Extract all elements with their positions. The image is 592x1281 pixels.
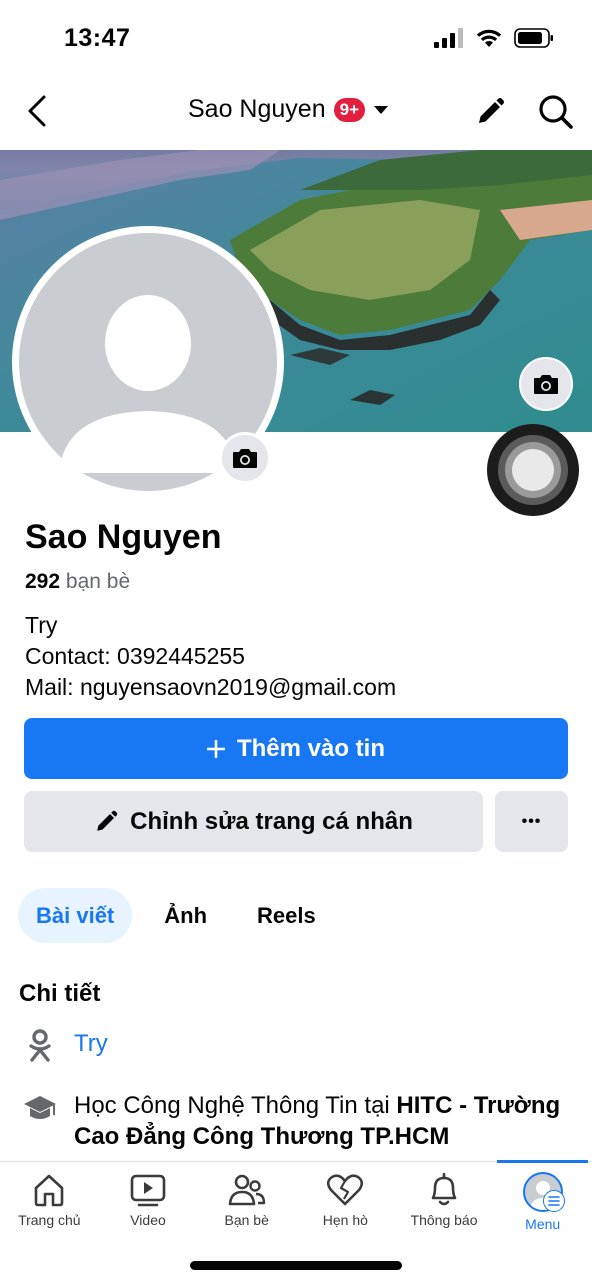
header-title: Sao Nguyen: [188, 95, 326, 123]
detail-item[interactable]: Try: [22, 1028, 108, 1064]
nav-home[interactable]: Trang chủ: [0, 1162, 99, 1241]
detail-text-link[interactable]: Try: [74, 1028, 108, 1059]
add-to-story-label: Thêm vào tin: [236, 734, 386, 762]
chevron-left-icon: [28, 95, 46, 127]
home-indicator[interactable]: [190, 1261, 402, 1270]
bell-icon: [431, 1172, 457, 1206]
details-title: Chi tiết: [19, 980, 101, 1007]
battery-icon: [514, 28, 553, 48]
dating-heart-icon: [327, 1174, 364, 1206]
friends-count[interactable]: 292 bạn bè: [25, 570, 130, 594]
profile-name: Sao Nguyen: [25, 518, 222, 556]
notification-badge: 9+: [333, 97, 365, 122]
search-icon: [539, 95, 573, 129]
pencil-icon: [97, 810, 118, 831]
cellular-signal-icon: [434, 28, 463, 48]
nav-notifications-label: Thông báo: [410, 1212, 478, 1228]
odnoklassniki-icon: [22, 1028, 58, 1064]
nav-video[interactable]: Video: [99, 1162, 198, 1241]
detail-item: Học Công Nghệ Thông Tin tại HITC - Trườn…: [22, 1090, 574, 1152]
nav-menu-label: Menu: [525, 1216, 561, 1232]
more-options-button[interactable]: •••: [495, 791, 568, 852]
status-time: 13:47: [64, 24, 131, 52]
bio-line: Mail: nguyensaovn2019@gmail.com: [25, 674, 397, 700]
caret-down-icon: [374, 105, 388, 114]
assistive-touch-button[interactable]: [487, 424, 579, 516]
edit-button[interactable]: [472, 94, 508, 130]
profile-tabs: Bài viết Ảnh Reels: [18, 888, 334, 943]
wifi-icon: [476, 29, 502, 47]
tab-photos[interactable]: Ảnh: [146, 888, 225, 943]
camera-icon: [534, 375, 558, 394]
nav-friends-label: Bạn bè: [224, 1212, 269, 1228]
edit-profile-label: Chỉnh sửa trang cá nhân: [130, 807, 413, 835]
plus-icon: [206, 739, 225, 758]
search-button[interactable]: [536, 92, 576, 132]
bottom-navigation: Trang chủ Video Bạn bè Hẹn hò Thông báo …: [0, 1160, 592, 1241]
profile-bio: Try Contact: 0392445255 Mail: nguyensaov…: [25, 610, 396, 703]
more-dots-icon: •••: [521, 812, 542, 830]
bio-line: Contact: 0392445255: [25, 643, 245, 669]
back-button[interactable]: [22, 94, 52, 128]
cover-camera-button[interactable]: [519, 357, 573, 411]
pencil-icon: [479, 98, 504, 123]
avatar-camera-button[interactable]: [219, 432, 271, 484]
nav-home-label: Trang chủ: [18, 1212, 81, 1228]
status-icons: [434, 28, 554, 48]
add-to-story-button[interactable]: Thêm vào tin: [24, 718, 568, 779]
hamburger-icon: [543, 1190, 565, 1212]
tab-posts[interactable]: Bài viết: [18, 888, 133, 943]
video-icon: [130, 1174, 166, 1207]
nav-notifications[interactable]: Thông báo: [395, 1162, 494, 1241]
nav-dating-label: Hẹn hò: [322, 1212, 368, 1228]
nav-video-label: Video: [130, 1212, 166, 1228]
profile-switcher[interactable]: Sao Nguyen 9+: [188, 95, 389, 124]
profile-header: Sao Nguyen 9+: [0, 80, 592, 144]
status-bar: 13:47: [0, 0, 592, 78]
camera-icon: [233, 449, 257, 468]
friends-count-number: 292: [25, 570, 61, 593]
home-icon: [35, 1174, 64, 1207]
edit-profile-button[interactable]: Chỉnh sửa trang cá nhân: [24, 791, 483, 852]
friends-count-label: bạn bè: [65, 570, 131, 593]
nav-dating[interactable]: Hẹn hò: [296, 1162, 395, 1241]
nav-friends[interactable]: Bạn bè: [197, 1162, 296, 1241]
graduation-cap-icon: [22, 1090, 58, 1126]
education-prefix: Học Công Nghệ Thông Tin tại: [74, 1092, 397, 1119]
tab-reels[interactable]: Reels: [239, 888, 334, 943]
bio-line: Try: [25, 612, 58, 638]
detail-education-text: Học Công Nghệ Thông Tin tại HITC - Trườn…: [74, 1090, 574, 1152]
friends-icon: [228, 1174, 265, 1206]
